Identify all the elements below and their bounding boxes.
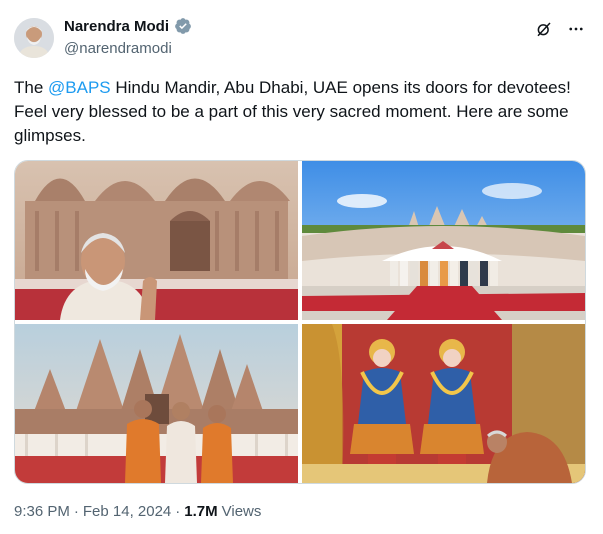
meta-separator: · — [175, 503, 181, 520]
more-options-icon[interactable] — [567, 20, 585, 38]
author-handle[interactable]: @narendramodi — [64, 40, 172, 57]
media-grid — [14, 160, 586, 484]
views-count: 1.7M — [184, 503, 218, 520]
grok-icon[interactable] — [535, 20, 553, 38]
header-actions — [535, 20, 585, 38]
photo-group-carpet[interactable] — [302, 161, 585, 320]
meta-separator: · — [73, 503, 79, 520]
photo-temple-group[interactable] — [15, 324, 298, 483]
tweet-time[interactable]: 9:36 PM — [14, 503, 70, 520]
author-name-row: Narendra Modi — [64, 17, 192, 35]
photo-temple-namaste[interactable] — [15, 161, 298, 320]
tweet-text: The @BAPS Hindu Mandir, Abu Dhabi, UAE o… — [14, 76, 594, 148]
avatar[interactable] — [14, 18, 54, 58]
tweet-date[interactable]: Feb 14, 2024 — [83, 503, 171, 520]
author-name[interactable]: Narendra Modi — [64, 18, 169, 35]
mention-link[interactable]: @BAPS — [48, 78, 111, 97]
photo-deities-prayer[interactable] — [302, 324, 585, 483]
tweet-meta: 9:36 PM · Feb 14, 2024 · 1.7M Views — [14, 503, 261, 520]
tweet-card: Narendra Modi @narendramodi The @BAPS Hi… — [0, 0, 603, 534]
verified-badge-icon — [175, 18, 191, 34]
views-label: Views — [221, 503, 262, 520]
tweet-text-start: The — [14, 78, 49, 97]
